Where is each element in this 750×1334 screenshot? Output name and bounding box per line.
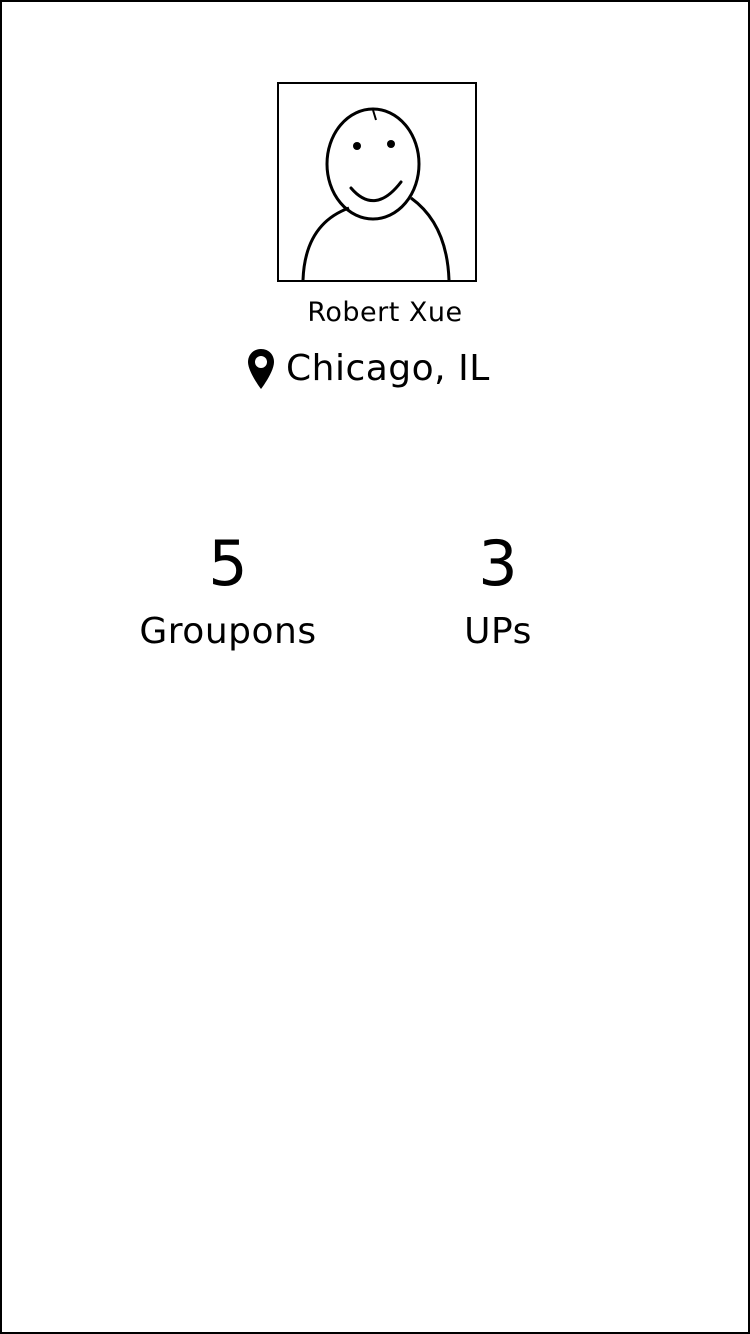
profile-location: Chicago, IL xyxy=(246,346,490,392)
stat-ups[interactable]: 3 UPs xyxy=(388,527,608,655)
phone-screen: Robert Xue Chicago, IL 5 Groupons 3 UPs xyxy=(0,0,750,1334)
avatar-person-icon xyxy=(301,107,451,280)
profile-name: Robert Xue xyxy=(307,297,463,328)
map-pin-icon xyxy=(246,347,276,391)
location-text: Chicago, IL xyxy=(286,348,490,389)
stat-groupons-value: 5 xyxy=(208,527,248,600)
profile-avatar[interactable] xyxy=(277,82,477,282)
stat-groupons-label: Groupons xyxy=(139,611,317,652)
stat-ups-label: UPs xyxy=(464,611,532,652)
stat-ups-value: 3 xyxy=(478,527,518,600)
stat-groupons[interactable]: 5 Groupons xyxy=(118,527,338,655)
